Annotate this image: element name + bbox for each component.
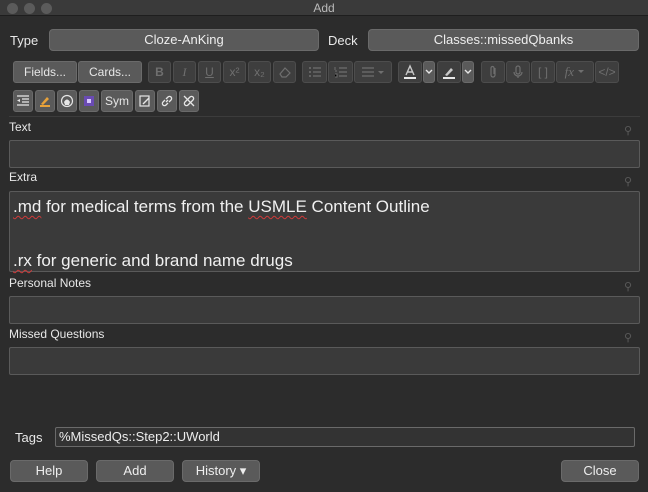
outdent-icon xyxy=(17,95,29,106)
highlight-button[interactable] xyxy=(437,61,461,83)
numbered-list-icon xyxy=(334,67,347,78)
highlighter-icon xyxy=(443,68,455,79)
field-label-missed-questions: Missed Questions xyxy=(9,327,105,341)
cloze-icon: [ ] xyxy=(537,65,548,79)
chevron-down-icon xyxy=(425,69,433,74)
edit-addon-button[interactable] xyxy=(135,90,155,112)
personal-notes-field[interactable] xyxy=(9,296,640,324)
help-button[interactable]: Help xyxy=(10,460,88,482)
unlink-button[interactable] xyxy=(179,90,199,112)
cloze-button[interactable]: [ ] xyxy=(531,61,555,83)
indent-button[interactable] xyxy=(13,90,33,112)
html-editor-button[interactable]: </> xyxy=(595,61,619,83)
person-silhouette-icon xyxy=(60,94,74,108)
subscript-icon: x₂ xyxy=(254,65,265,79)
pin-icon[interactable]: ⚲ xyxy=(622,331,634,344)
deck-label: Deck xyxy=(328,33,358,48)
type-label: Type xyxy=(10,33,39,48)
title-bar: Add xyxy=(0,0,648,16)
text-color-icon xyxy=(404,64,416,79)
link-icon xyxy=(161,95,173,107)
pin-icon[interactable]: ⚲ xyxy=(622,175,634,188)
underline-button[interactable]: U xyxy=(198,61,221,83)
microphone-icon xyxy=(513,65,523,78)
pin-icon[interactable]: ⚲ xyxy=(622,124,634,137)
underline-icon: U xyxy=(205,65,214,79)
record-audio-button[interactable] xyxy=(506,61,530,83)
edit-note-icon xyxy=(139,95,150,107)
alignment-dropdown[interactable] xyxy=(354,61,392,83)
add-button[interactable]: Add xyxy=(96,460,174,482)
close-button[interactable]: Close xyxy=(561,460,639,482)
cards-button[interactable]: Cards... xyxy=(78,61,142,83)
function-icon: fx xyxy=(564,64,575,79)
missed-questions-field[interactable] xyxy=(9,347,640,375)
text-field[interactable] xyxy=(9,140,640,168)
superscript-icon: x² xyxy=(229,65,240,79)
tags-label: Tags xyxy=(15,430,43,445)
highlight-dropdown[interactable] xyxy=(462,61,474,83)
text-color-button[interactable] xyxy=(398,61,422,83)
extra-field[interactable]: .md for medical terms from the USMLE Con… xyxy=(9,191,640,272)
symbol-button[interactable]: Sym xyxy=(101,90,133,112)
fields-button[interactable]: Fields... xyxy=(13,61,77,83)
bold-icon: B xyxy=(155,65,164,79)
chevron-down-icon xyxy=(578,70,585,73)
toolbar-separator xyxy=(9,116,640,117)
tags-input[interactable]: %MissedQs::Step2::UWorld xyxy=(55,427,635,447)
purple-addon-button[interactable] xyxy=(79,90,99,112)
history-button[interactable]: History ▾ xyxy=(182,460,260,482)
image-occlusion-button[interactable] xyxy=(57,90,77,112)
italic-icon: I xyxy=(182,65,187,79)
field-label-extra: Extra xyxy=(9,170,38,184)
chevron-down-icon xyxy=(464,69,472,74)
bold-button[interactable]: B xyxy=(148,61,171,83)
paperclip-icon xyxy=(490,65,496,78)
bullet-list-button[interactable] xyxy=(302,61,327,83)
deck-button[interactable]: Classes::missedQbanks xyxy=(368,29,639,51)
subscript-button[interactable]: x₂ xyxy=(248,61,271,83)
eraser-icon xyxy=(278,67,291,78)
superscript-button[interactable]: x² xyxy=(223,61,246,83)
italic-button[interactable]: I xyxy=(173,61,196,83)
numbered-list-button[interactable] xyxy=(328,61,353,83)
marker-icon xyxy=(40,97,50,107)
field-label-text: Text xyxy=(9,120,32,134)
bullet-list-icon xyxy=(308,67,321,77)
attach-button[interactable] xyxy=(481,61,505,83)
code-icon: </> xyxy=(598,65,616,79)
purple-square-icon xyxy=(84,96,94,106)
field-label-personal-notes: Personal Notes xyxy=(9,276,92,290)
align-icon xyxy=(362,67,384,77)
link-button[interactable] xyxy=(157,90,177,112)
mathjax-dropdown[interactable]: fx xyxy=(556,61,594,83)
eraser-button[interactable] xyxy=(273,61,296,83)
pin-icon[interactable]: ⚲ xyxy=(622,280,634,293)
unlink-icon xyxy=(183,95,195,107)
highlighter-addon-button[interactable] xyxy=(35,90,55,112)
extra-line-1: .md for medical terms from the USMLE Con… xyxy=(13,197,430,216)
window-title: Add xyxy=(313,1,335,15)
note-type-button[interactable]: Cloze-AnKing xyxy=(49,29,319,51)
text-color-dropdown[interactable] xyxy=(423,61,435,83)
extra-line-2: .rx for generic and brand name drugs xyxy=(13,251,293,270)
